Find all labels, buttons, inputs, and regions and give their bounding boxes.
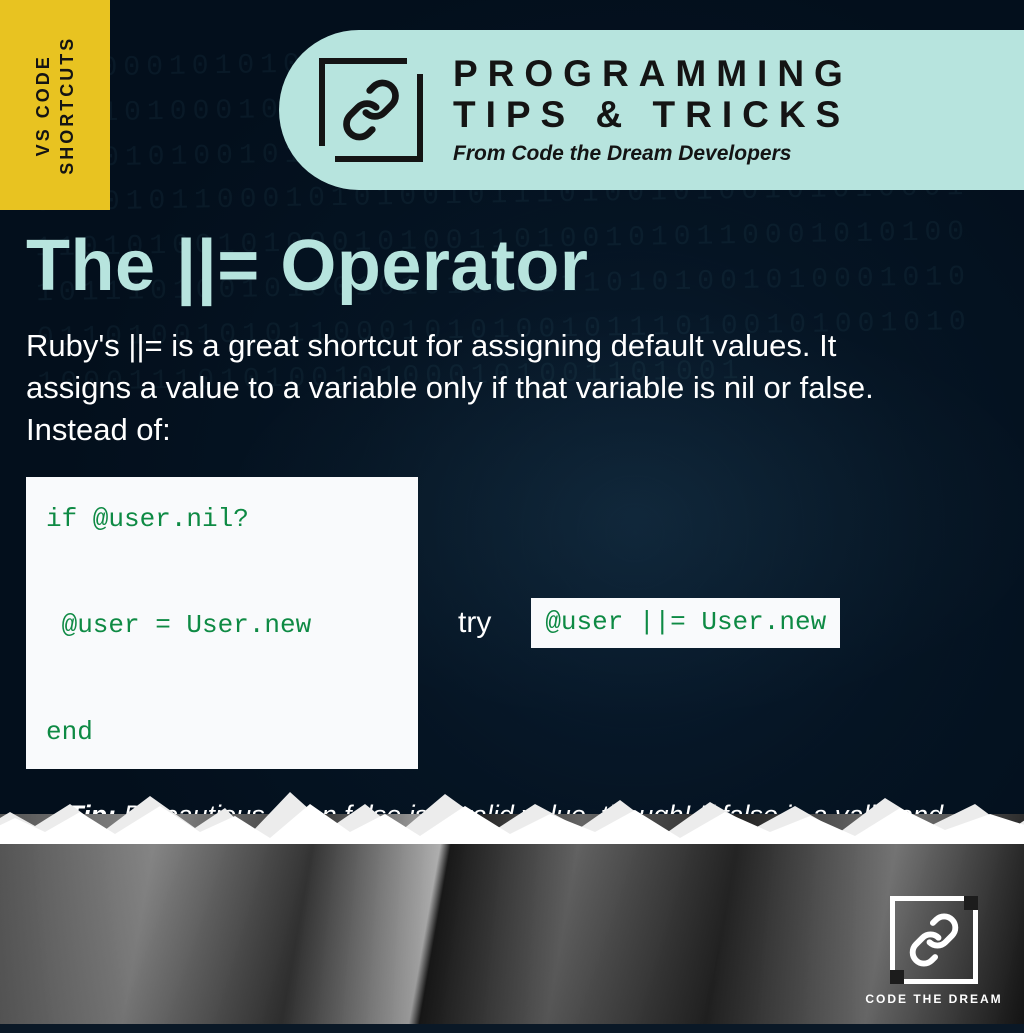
category-line-1: VS CODE [33, 54, 53, 156]
article-description: Ruby's ||= is a great shortcut for assig… [26, 325, 876, 451]
code-block-before: if @user.nil? @user = User.new end [26, 477, 418, 769]
header-title-line-1: PROGRAMMING [453, 53, 853, 94]
category-line-2: SHORTCUTS [57, 36, 77, 175]
article-title: The ||= Operator [26, 225, 984, 307]
category-tab-label: VS CODE SHORTCUTS [31, 36, 80, 175]
header-subtitle: From Code the Dream Developers [453, 142, 1024, 166]
brand-name: CODE THE DREAM [864, 992, 1004, 1006]
link-icon [319, 58, 423, 162]
try-label: try [458, 606, 491, 640]
header-title-line-2: TIPS & TRICKS [453, 94, 850, 135]
header-title: PROGRAMMING TIPS & TRICKS [453, 54, 1024, 135]
code-block-after: @user ||= User.new [531, 598, 840, 648]
link-icon [890, 896, 978, 984]
paper-tear-divider [0, 784, 1024, 844]
category-tab: VS CODE SHORTCUTS [0, 0, 110, 210]
header-banner: PROGRAMMING TIPS & TRICKS From Code the … [279, 30, 1024, 190]
code-comparison: if @user.nil? @user = User.new end try @… [26, 477, 984, 769]
brand-logo: CODE THE DREAM [864, 896, 1004, 1006]
